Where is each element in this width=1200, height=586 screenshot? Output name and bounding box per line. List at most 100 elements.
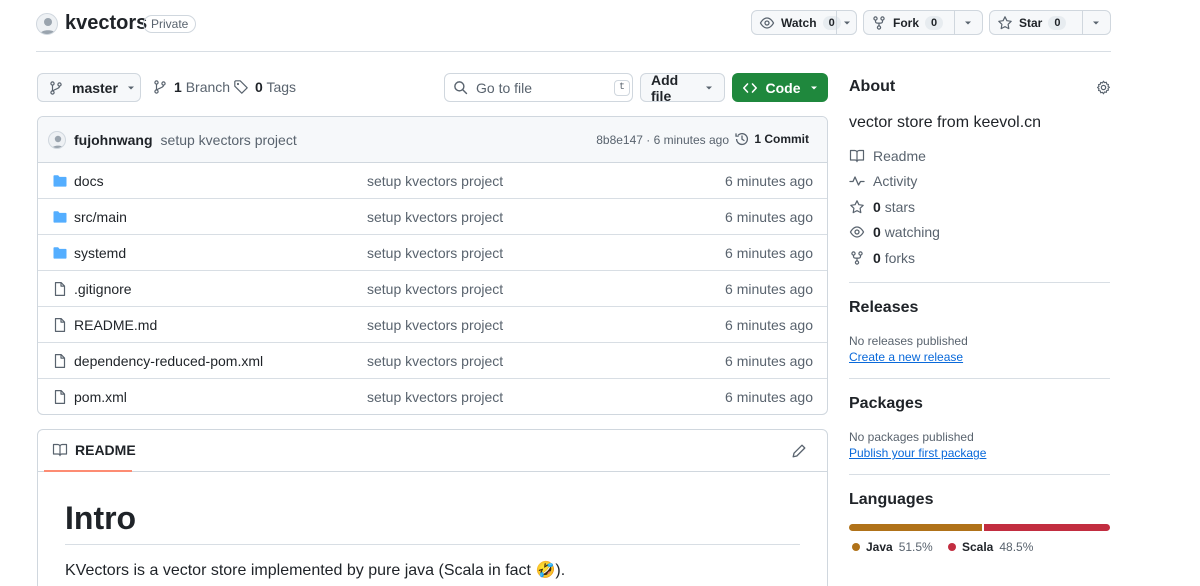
repo-name[interactable]: kvectors xyxy=(65,12,147,35)
releases-title[interactable]: Releases xyxy=(849,299,918,317)
folder-icon xyxy=(52,173,68,189)
file-name[interactable]: dependency-reduced-pom.xml xyxy=(74,353,263,369)
tags-count: 0 xyxy=(255,79,263,95)
pencil-icon[interactable] xyxy=(791,443,807,459)
readme-paragraph: KVectors is a vector store implemented b… xyxy=(65,562,566,579)
go-to-file-input[interactable] xyxy=(476,79,606,96)
about-link-stars[interactable]: 0 stars xyxy=(849,199,915,215)
file-row[interactable]: dependency-reduced-pom.xml setup kvectors… xyxy=(38,343,827,379)
file-name[interactable]: pom.xml xyxy=(74,389,127,405)
fork-label: Fork xyxy=(893,15,920,30)
star-dropdown[interactable] xyxy=(1082,11,1109,34)
branch-selector[interactable]: master xyxy=(37,73,141,102)
caret-down-icon xyxy=(126,83,136,93)
fork-dropdown[interactable] xyxy=(954,11,981,34)
file-row[interactable]: docs setup kvectors project 6 minutes ago xyxy=(38,163,827,199)
folder-icon xyxy=(52,209,68,225)
file-commit-message[interactable]: setup kvectors project xyxy=(367,173,503,189)
packages-empty-text: No packages published xyxy=(849,430,974,444)
file-commit-message[interactable]: setup kvectors project xyxy=(367,209,503,225)
watch-button[interactable]: Watch 0 xyxy=(751,10,857,35)
file-icon xyxy=(52,317,68,333)
file-commit-message[interactable]: setup kvectors project xyxy=(367,281,503,297)
fork-button[interactable]: Fork 0 xyxy=(863,10,983,35)
tags-link[interactable]: 0 Tags xyxy=(233,79,296,95)
file-name[interactable]: README.md xyxy=(74,317,157,333)
file-commit-message[interactable]: setup kvectors project xyxy=(367,353,503,369)
file-list: fujohnwang setup kvectors project 8b8e14… xyxy=(37,116,828,415)
branch-name: master xyxy=(72,79,118,96)
commit-author-avatar[interactable] xyxy=(48,130,66,149)
watch-dropdown[interactable] xyxy=(836,11,857,34)
file-name[interactable]: .gitignore xyxy=(74,281,132,297)
file-commit-message[interactable]: setup kvectors project xyxy=(367,389,503,405)
branches-count: 1 xyxy=(174,79,182,95)
about-link-Activity[interactable]: Activity xyxy=(849,173,917,189)
commits-link[interactable]: 1 Commit xyxy=(734,131,809,147)
caret-down-icon xyxy=(842,18,852,28)
readme-tab[interactable]: README xyxy=(52,442,136,458)
file-name[interactable]: systemd xyxy=(74,245,126,261)
file-name[interactable]: src/main xyxy=(74,209,127,225)
about-title: About xyxy=(849,78,896,95)
code-icon xyxy=(742,80,758,96)
fork-count: 0 xyxy=(925,15,944,30)
search-icon xyxy=(453,80,468,95)
visibility-badge: Private xyxy=(143,15,197,33)
commit-message[interactable]: setup kvectors project xyxy=(161,132,297,148)
tags-label: Tags xyxy=(266,79,297,95)
commit-meta[interactable]: 8b8e147 · 6 minutes ago xyxy=(596,133,729,147)
gear-icon[interactable] xyxy=(1096,80,1111,95)
file-commit-time: 6 minutes ago xyxy=(725,353,813,369)
caret-down-icon xyxy=(704,83,714,93)
readme-panel: README Intro KVectors is a vector store … xyxy=(37,429,828,586)
create-release-link[interactable]: Create a new release xyxy=(849,350,963,364)
sidebar-divider xyxy=(849,378,1110,379)
commit-author[interactable]: fujohnwang xyxy=(74,132,153,148)
about-link-label: Readme xyxy=(873,148,926,164)
language-bar xyxy=(849,524,1110,531)
folder-icon xyxy=(52,245,68,261)
file-commit-time: 6 minutes ago xyxy=(725,245,813,261)
file-row[interactable]: README.md setup kvectors project 6 minutes… xyxy=(38,307,827,343)
code-label: Code xyxy=(765,79,801,96)
readme-header: README xyxy=(38,430,827,472)
file-commit-time: 6 minutes ago xyxy=(725,209,813,225)
watch-label: Watch xyxy=(781,15,817,30)
about-link-watching[interactable]: 0 watching xyxy=(849,224,940,240)
language-item[interactable]: Scala 48.5% xyxy=(948,540,1033,554)
about-link-Readme[interactable]: Readme xyxy=(849,148,926,164)
active-tab-indicator xyxy=(44,470,132,472)
go-to-file-search[interactable]: t xyxy=(444,73,633,102)
language-percent: 51.5% xyxy=(898,540,933,554)
file-row[interactable]: pom.xml setup kvectors project 6 minutes a… xyxy=(38,379,827,414)
file-commit-message[interactable]: setup kvectors project xyxy=(367,245,503,261)
file-name[interactable]: docs xyxy=(74,173,104,189)
file-row[interactable]: src/main setup kvectors project 6 minutes … xyxy=(38,199,827,235)
branches-label: Branch xyxy=(185,79,231,95)
add-file-button[interactable]: Add file xyxy=(640,71,725,104)
file-commit-message[interactable]: setup kvectors project xyxy=(367,317,503,333)
file-icon xyxy=(52,389,68,405)
language-item[interactable]: Java 51.5% xyxy=(852,540,933,554)
about-link-forks[interactable]: 0 forks xyxy=(849,250,915,266)
header-divider xyxy=(36,51,1111,52)
add-file-label: Add file xyxy=(651,71,679,104)
file-commit-time: 6 minutes ago xyxy=(725,281,813,297)
packages-title[interactable]: Packages xyxy=(849,395,923,413)
history-icon xyxy=(734,131,750,147)
about-link-label: Activity xyxy=(873,173,918,189)
about-link-label: forks xyxy=(884,250,916,266)
repo-owner-avatar[interactable] xyxy=(36,13,58,35)
code-button[interactable]: Code xyxy=(732,73,828,102)
publish-package-link[interactable]: Publish your first package xyxy=(849,446,986,460)
file-row[interactable]: .gitignore setup kvectors project 6 minute… xyxy=(38,271,827,307)
file-commit-time: 6 minutes ago xyxy=(725,389,813,405)
file-row[interactable]: systemd setup kvectors project 6 minutes a… xyxy=(38,235,827,271)
book-icon xyxy=(52,442,68,458)
star-button[interactable]: Star 0 xyxy=(989,10,1111,35)
readme-heading-rule xyxy=(65,544,800,545)
caret-down-icon xyxy=(963,18,973,28)
caret-down-icon xyxy=(1091,18,1101,28)
branches-link[interactable]: 1 Branch xyxy=(152,79,230,95)
